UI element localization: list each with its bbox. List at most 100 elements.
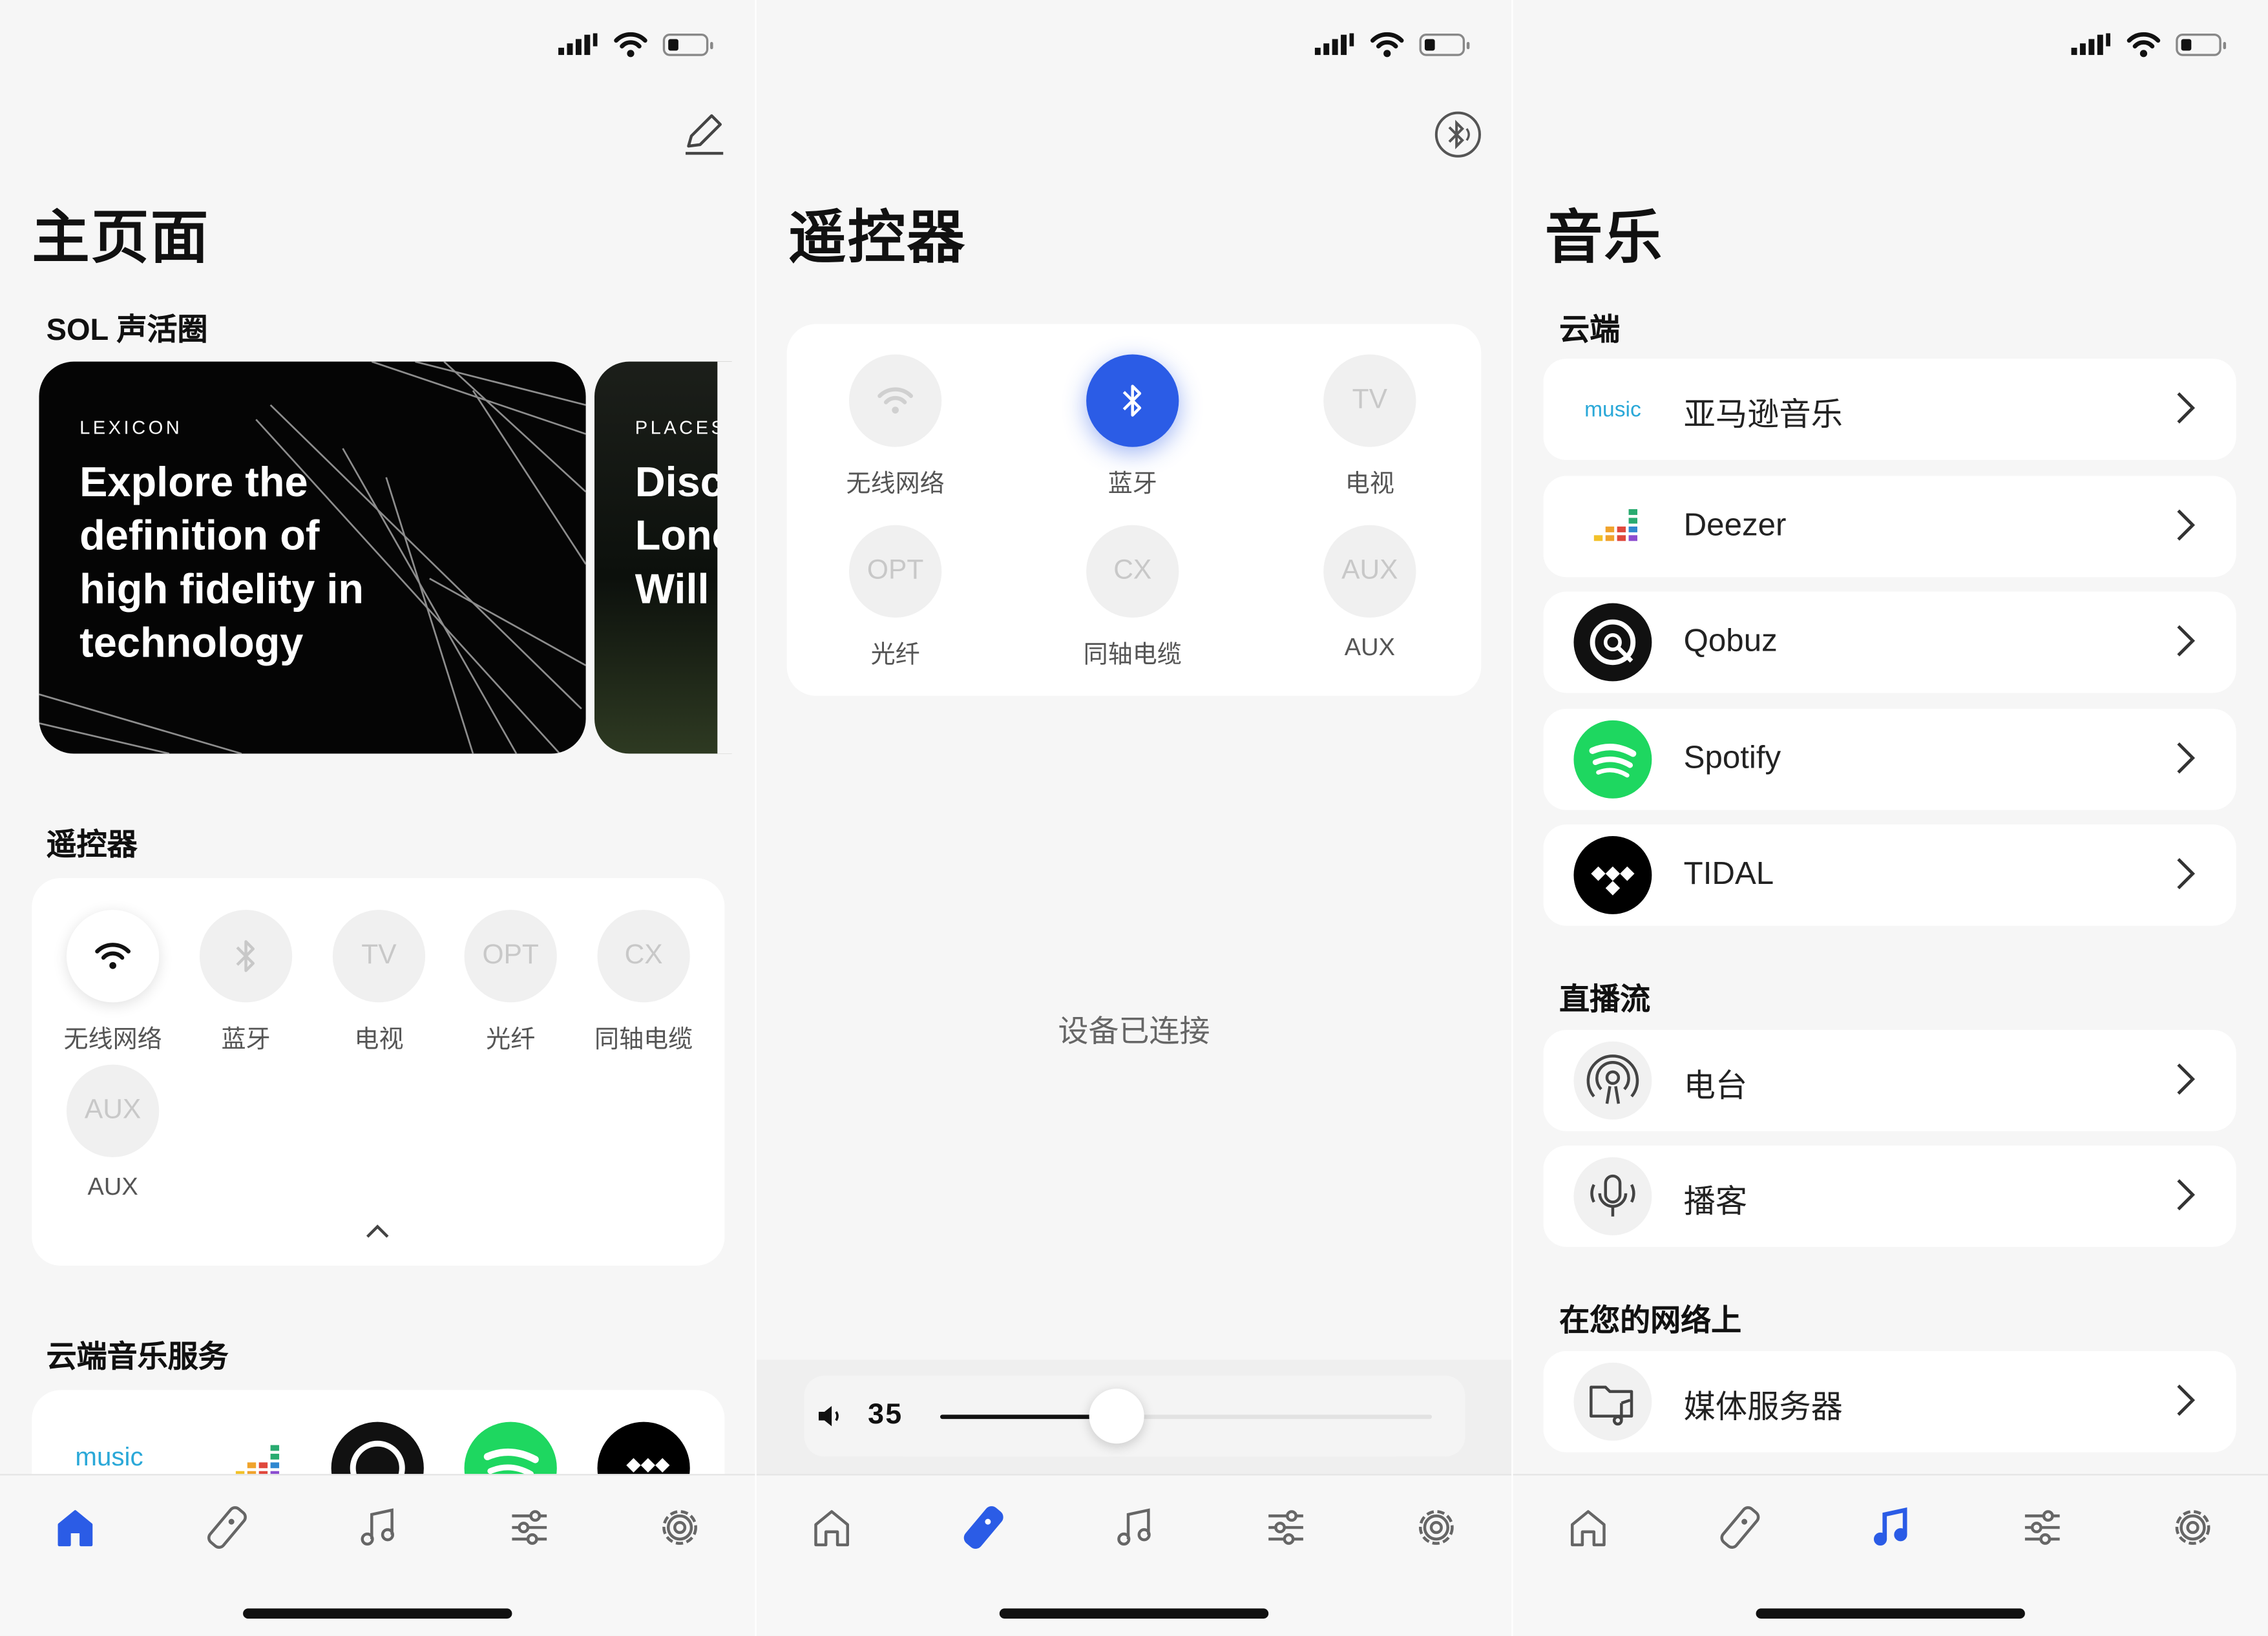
source-label: 光纤: [486, 1025, 536, 1053]
source-label: 电视: [354, 1025, 404, 1053]
volume-slider-knob[interactable]: [1089, 1389, 1145, 1444]
chevron-right-icon: [2177, 1063, 2196, 1095]
volume-value: 35: [868, 1398, 903, 1431]
remote-tab[interactable]: [198, 1498, 257, 1557]
home-icon: [58, 1510, 93, 1547]
chevron-right-icon: [2177, 509, 2196, 541]
remote-sources-card: 无线网络 蓝牙 TV 电视 OPT 光纤 CX 同轴电缆 AUX AUX: [32, 877, 725, 1266]
radio-icon: [1573, 1041, 1652, 1120]
music-note-icon: [1873, 1507, 1907, 1546]
collapse-chevron-icon[interactable]: [364, 1222, 390, 1240]
music-note-icon: [361, 1508, 394, 1546]
section-live: 直播流: [1559, 983, 1651, 1017]
status-bar: [1314, 32, 1471, 58]
service-row-tidal[interactable]: TIDAL: [1543, 824, 2236, 926]
volume-area: 35: [756, 1359, 1512, 1476]
source-bluetooth-button[interactable]: [1086, 354, 1179, 447]
equalizer-icon: [1268, 1510, 1303, 1545]
cx-icon: CX: [1113, 555, 1152, 586]
source-bluetooth-button[interactable]: [199, 910, 293, 1003]
section-cloud: 云端: [1559, 313, 1621, 348]
home-tab[interactable]: [1559, 1498, 1617, 1557]
service-label: 电台: [1683, 1067, 1748, 1104]
page-title: 遥控器: [788, 207, 967, 271]
wifi-status-icon: [2126, 32, 2161, 58]
service-label: Spotify: [1683, 739, 1781, 775]
status-bar: [558, 32, 715, 58]
promo-headline: Disc Lonc Will: [635, 459, 722, 614]
service-row-deezer[interactable]: Deezer: [1543, 476, 2236, 578]
service-row-amazon[interactable]: music 亚马逊音乐: [1543, 359, 2236, 460]
service-label: 媒体服务器: [1683, 1389, 1843, 1425]
service-row-media-server[interactable]: 媒体服务器: [1543, 1350, 2236, 1452]
promo-card-places[interactable]: PLACES Disc Lonc Will: [594, 361, 732, 754]
source-wifi-button[interactable]: [66, 910, 160, 1003]
opt-icon: OPT: [482, 940, 539, 971]
volume-track[interactable]: [940, 1389, 1433, 1444]
home-tab[interactable]: [47, 1498, 105, 1557]
promo-card-lexicon[interactable]: LEXICON Explore the definition of high f…: [39, 361, 586, 754]
chevron-right-icon: [2177, 858, 2196, 890]
service-label: 播客: [1683, 1183, 1748, 1220]
remote-icon: [963, 1506, 1003, 1549]
music-tab[interactable]: [348, 1498, 406, 1557]
qobuz-icon: [1573, 603, 1652, 682]
source-label: AUX: [87, 1173, 138, 1201]
signal-icon: [2071, 33, 2110, 56]
eq-tab[interactable]: [501, 1498, 559, 1557]
service-row-radio[interactable]: 电台: [1543, 1029, 2236, 1131]
settings-tab[interactable]: [2164, 1498, 2222, 1557]
source-label: 光纤: [870, 640, 920, 669]
music-tab[interactable]: [1105, 1498, 1163, 1557]
home-indicator: [1756, 1608, 2025, 1619]
status-bar: [2071, 32, 2228, 58]
home-icon: [1571, 1510, 1606, 1547]
opt-icon: OPT: [866, 555, 924, 586]
home-tab[interactable]: [803, 1498, 861, 1557]
equalizer-icon: [512, 1510, 547, 1545]
source-opt-button[interactable]: OPT: [848, 525, 942, 618]
screen-edge: [717, 361, 755, 754]
source-cx-button[interactable]: CX: [597, 910, 690, 1003]
battery-icon: [662, 34, 713, 56]
deezer-icon: [1573, 487, 1652, 565]
source-wifi-button[interactable]: [848, 354, 942, 447]
source-aux-button[interactable]: AUX: [1323, 525, 1416, 618]
source-cx-button[interactable]: CX: [1086, 525, 1179, 618]
edit-icon[interactable]: [680, 110, 726, 156]
wifi-status-icon: [614, 32, 647, 58]
wifi-icon: [877, 387, 914, 414]
chevron-right-icon: [2177, 392, 2196, 424]
wifi-icon: [95, 943, 131, 969]
promo-headline: Explore the definition of high fidelity …: [79, 459, 364, 667]
chevron-right-icon: [2177, 1179, 2196, 1211]
promo-brand: PLACES: [635, 416, 727, 439]
source-tv-button[interactable]: TV: [1323, 354, 1416, 447]
source-aux-button[interactable]: AUX: [66, 1064, 160, 1157]
battery-icon: [2176, 34, 2227, 56]
volume-card: 35: [804, 1376, 1465, 1457]
home-screen: 主页面 SOL 声活圈 LEXICON Explore the definiti…: [0, 0, 755, 1636]
settings-tab[interactable]: [1407, 1498, 1465, 1557]
home-indicator: [243, 1608, 512, 1619]
chevron-right-icon: [2177, 1384, 2196, 1416]
tidal-icon: [1573, 835, 1652, 914]
eq-tab[interactable]: [2013, 1498, 2072, 1557]
section-network: 在您的网络上: [1559, 1305, 1742, 1338]
settings-tab[interactable]: [651, 1498, 709, 1557]
music-tab[interactable]: [1862, 1498, 1920, 1557]
service-row-podcast[interactable]: 播客: [1543, 1146, 2236, 1247]
source-tv-button[interactable]: TV: [332, 910, 426, 1003]
battery-icon: [1419, 34, 1470, 56]
source-opt-button[interactable]: OPT: [464, 910, 557, 1003]
remote-tab[interactable]: [954, 1498, 1013, 1557]
bluetooth-audio-icon[interactable]: [1433, 110, 1482, 159]
media-server-icon: [1573, 1362, 1652, 1441]
remote-tab[interactable]: [1711, 1498, 1769, 1557]
amazon-music-icon[interactable]: music: [75, 1442, 143, 1473]
source-label: 同轴电缆: [1083, 640, 1182, 669]
eq-tab[interactable]: [1257, 1498, 1315, 1557]
service-row-qobuz[interactable]: Qobuz: [1543, 591, 2236, 693]
source-label: 无线网络: [846, 470, 945, 498]
service-row-spotify[interactable]: Spotify: [1543, 708, 2236, 810]
